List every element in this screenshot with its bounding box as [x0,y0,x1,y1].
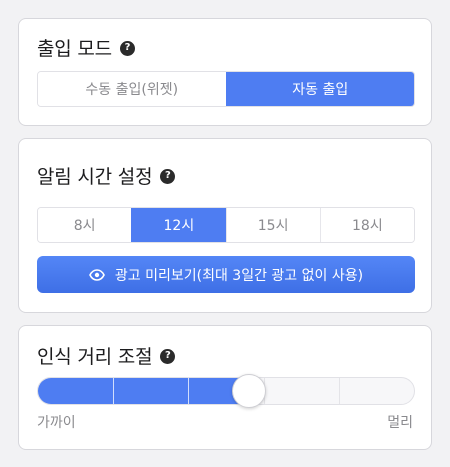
slider-fill [38,378,249,404]
time-option-18[interactable]: 18시 [319,208,414,242]
time-option-15[interactable]: 15시 [225,208,320,242]
ad-preview-label: 광고 미리보기(최대 3일간 광고 없이 사용) [114,267,364,284]
slider-min-label: 가까이 [37,415,76,431]
slider-step-divider [188,378,190,404]
question-circle-icon[interactable]: ? [119,40,135,56]
access-mode-header: 출입 모드 ? [37,34,135,61]
notification-time-selector: 8시 12시 15시 18시 [37,207,415,243]
access-mode-card: 출입 모드 ? 수동 출입(위젯) 자동 출입 [18,18,432,126]
recognition-distance-header: 인식 거리 조절 ? [37,342,176,369]
question-circle-icon[interactable]: ? [160,168,176,184]
distance-slider[interactable] [37,374,415,408]
access-mode-selector: 수동 출입(위젯) 자동 출입 [37,71,415,107]
time-option-8[interactable]: 8시 [38,208,132,242]
access-mode-title: 출입 모드 [37,38,112,60]
question-circle-icon[interactable]: ? [160,348,176,364]
recognition-distance-title: 인식 거리 조절 [37,346,153,368]
access-mode-option-auto[interactable]: 자동 출입 [225,72,414,106]
slider-step-divider [338,378,340,404]
slider-thumb[interactable] [231,374,266,408]
time-option-12[interactable]: 12시 [131,208,226,242]
recognition-distance-card: 인식 거리 조절 ? 가까이 멀리 [18,325,432,450]
notification-time-title: 알림 시간 설정 [37,166,153,188]
notification-time-card: 알림 시간 설정 ? 8시 12시 15시 18시 광고 미리보기(최대 3일간… [18,138,432,313]
access-mode-option-manual[interactable]: 수동 출입(위젯) [38,72,226,106]
ad-preview-button[interactable]: 광고 미리보기(최대 3일간 광고 없이 사용) [37,256,415,293]
slider-step-divider [113,378,115,404]
eye-icon [89,268,105,281]
notification-time-header: 알림 시간 설정 ? [37,162,176,189]
slider-max-label: 멀리 [387,415,413,431]
